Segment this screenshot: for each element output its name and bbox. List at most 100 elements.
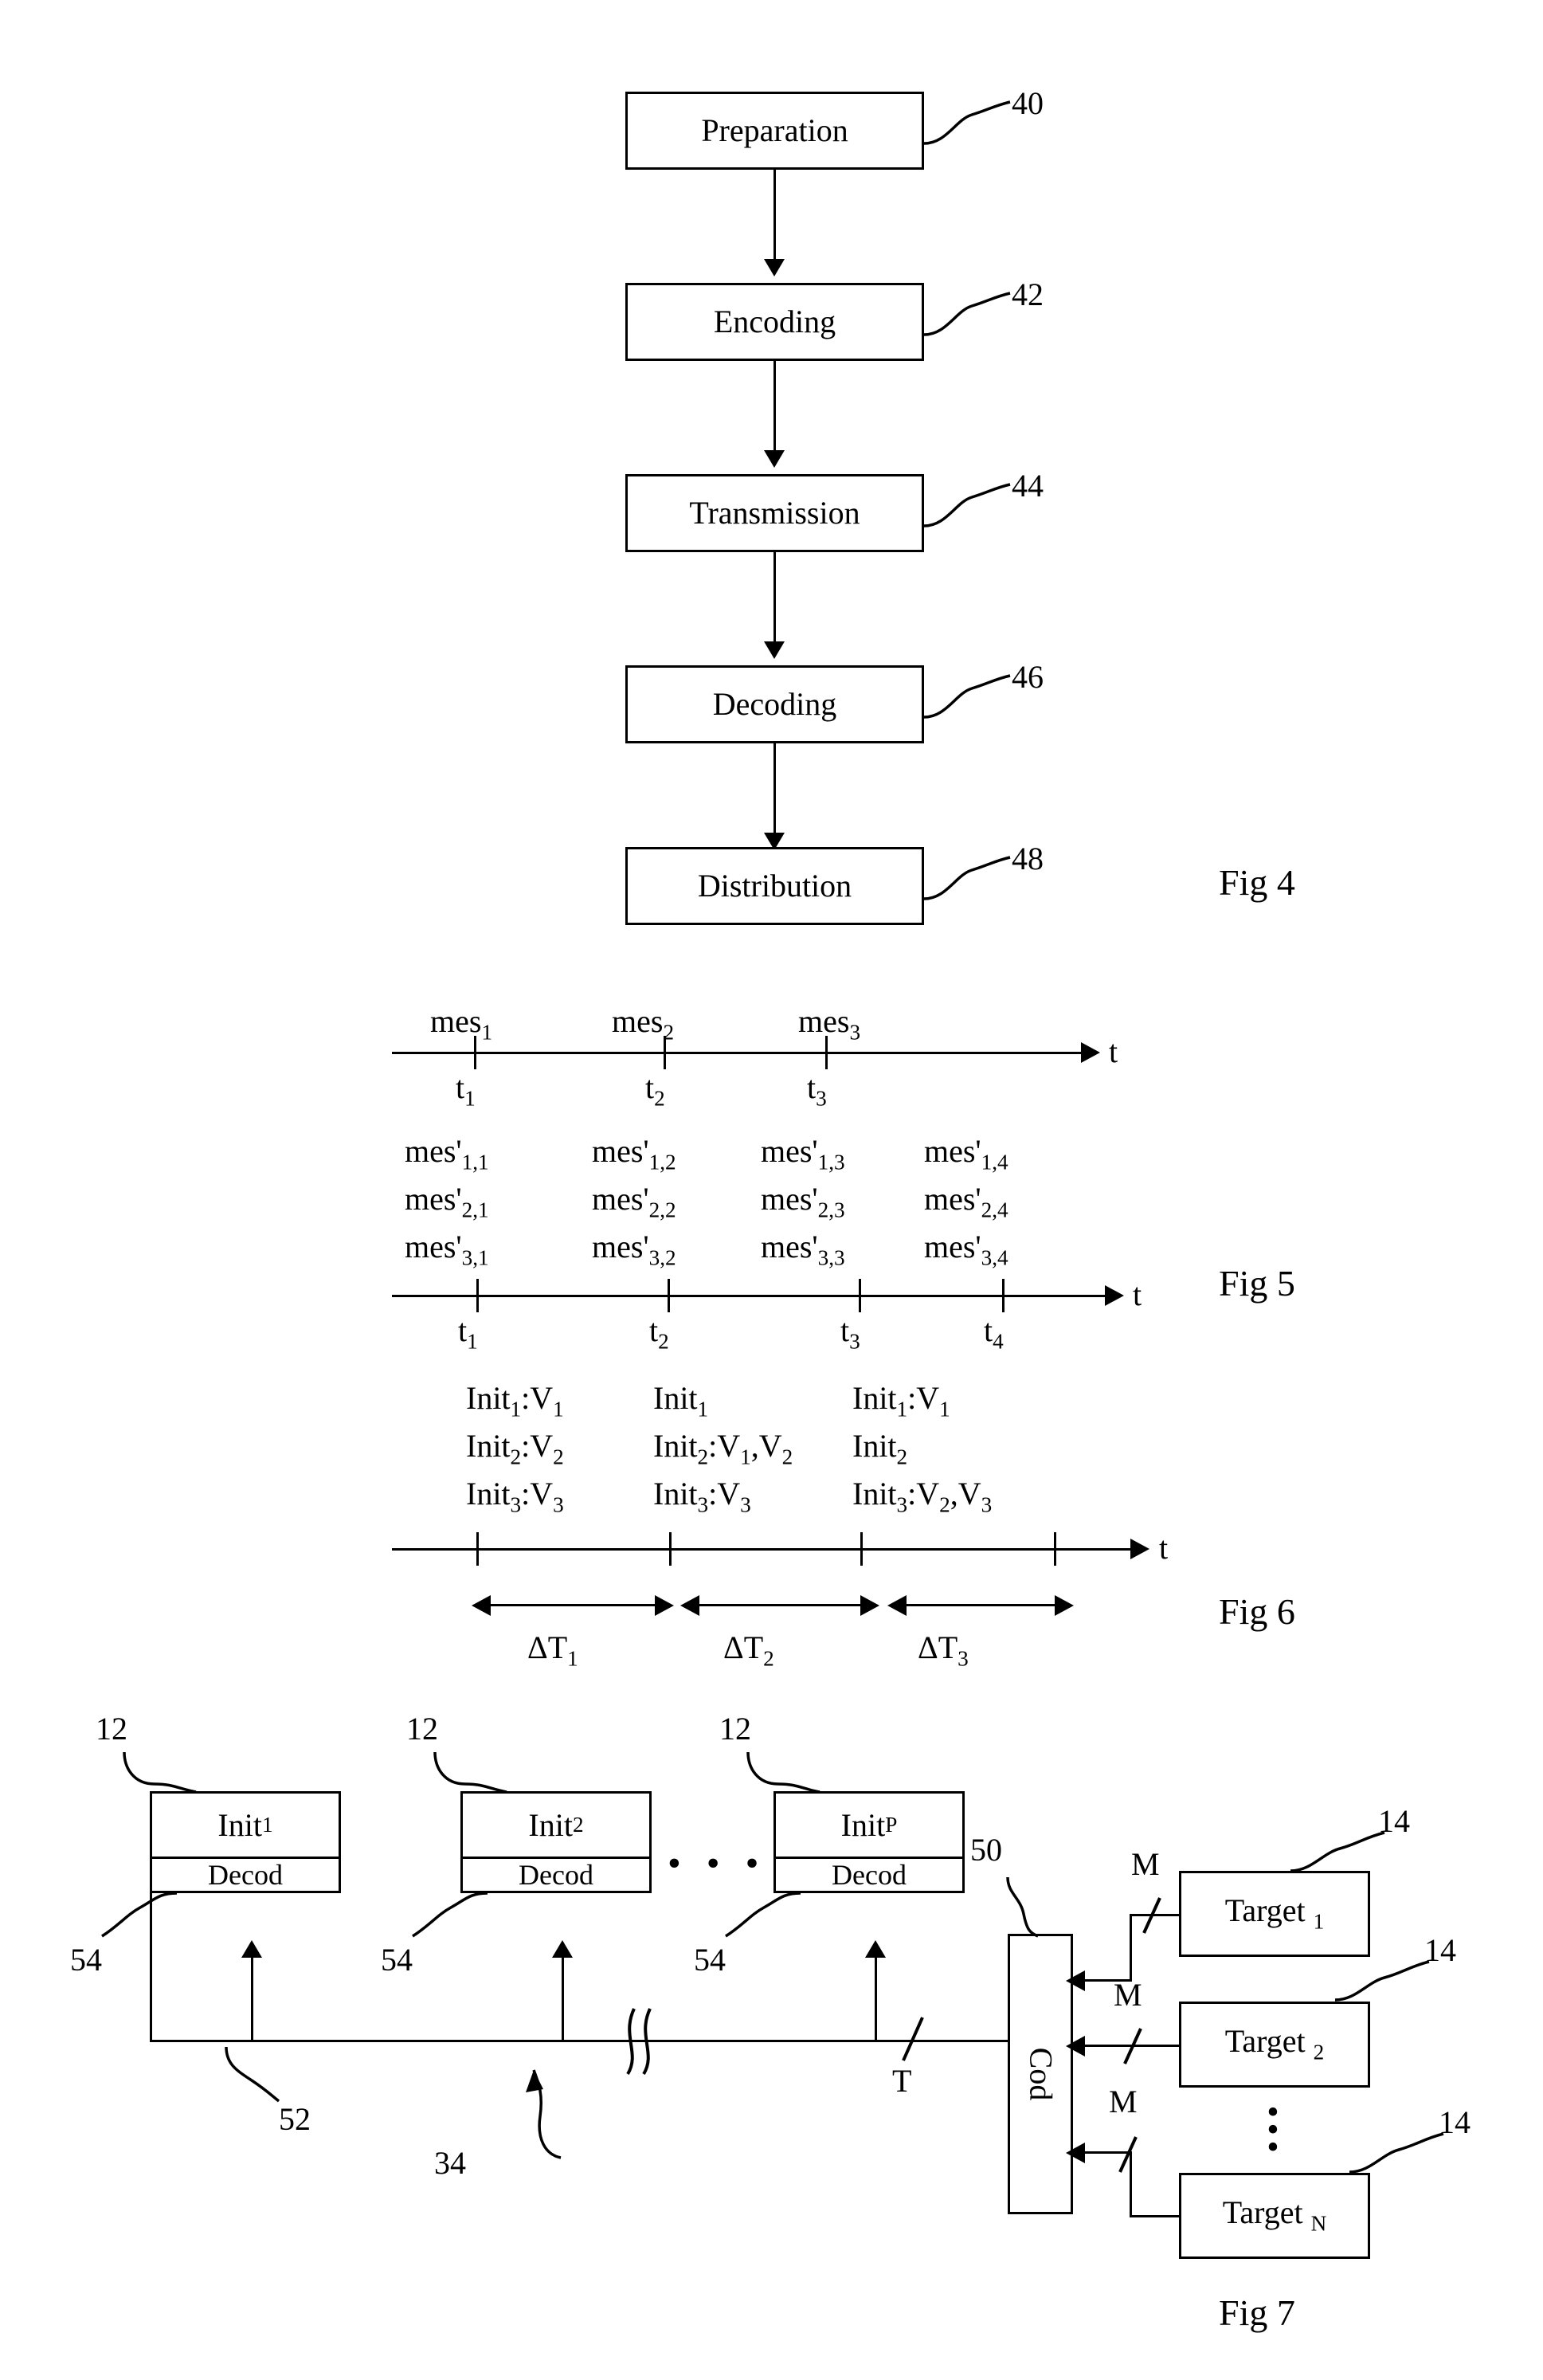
fig5-bottom-tick-4 [1002,1279,1005,1312]
fig5-bottom-axis-arrow [1105,1285,1124,1306]
leader-line-54-a [101,1892,178,1938]
fig5-bottom-tick-label-4: t4 [984,1312,1004,1354]
fig6-axis-label: t [1159,1530,1169,1566]
fig7-target-3-arrow [1066,2143,1085,2163]
fig7-target-3-link-h1 [1130,2215,1179,2217]
fig6-tick-1 [476,1532,479,1566]
fig6-tick-2 [669,1532,672,1566]
fig5-sub-message-1-2: mes'1,2 [592,1133,676,1174]
fig5-sub-message-2-2: mes'2,2 [592,1181,676,1222]
fig5-sub-message-2-1: mes'2,1 [405,1181,489,1222]
fig5-sub-message-1-1: mes'1,1 [405,1133,489,1174]
fig6-axis-arrow [1130,1539,1149,1559]
fig7-target-block-2-label: Target 2 [1224,2023,1325,2064]
ref-number-44: 44 [1012,468,1044,504]
fig7-signal-slash-t [902,2017,924,2061]
fig7-feed-arrow-1 [241,1940,262,1958]
fig7-feed-line-2 [562,1956,564,2042]
fig7-signal-label-m-1: M [1131,1846,1160,1882]
flow-arrow-2 [764,450,785,468]
fig6-interval-arrow-2-right [860,1595,879,1616]
fig5-message-label-3: mes3 [798,1003,861,1045]
fig7-target-1-arrow [1066,1970,1085,1991]
flow-box-distribution-label: Distribution [697,868,852,904]
flow-arrow-3 [764,641,785,659]
fig7-feed-line-3 [875,1956,877,2042]
fig7-coder-label: Cod [1023,2047,1059,2101]
fig6-interval-label-2: ΔT2 [723,1629,774,1671]
fig7-init-block-2-decoder: Decod [463,1857,649,1891]
fig7-target-vertical-ellipsis: • • • [1267,2092,1279,2166]
fig6-interval-line-1 [489,1604,658,1606]
fig6-interval-arrow-3-left [887,1595,907,1616]
fig5-top-axis [392,1052,1083,1054]
fig7-init-block-3-title: Init P [840,1806,898,1843]
fig7-signal-slash-m-2 [1123,2028,1142,2064]
ref-number-46: 46 [1012,659,1044,695]
flow-box-distribution: Distribution [625,847,924,925]
fig7-target-block-3: Target N [1179,2173,1370,2259]
leader-line-34 [526,2069,562,2159]
figure-label-4: Fig 4 [1219,862,1295,903]
fig5-bottom-tick-2 [668,1279,670,1312]
figure-label-5: Fig 5 [1219,1263,1295,1304]
fig6-entry-c3-r2: Init2 [852,1428,908,1469]
flow-box-encoding-label: Encoding [713,304,836,339]
fig6-entry-c3-r1: Init1:V1 [852,1380,950,1421]
flow-arrow-1 [764,259,785,276]
fig6-entry-c1-r2: Init2:V2 [466,1428,564,1469]
ref-number-42: 42 [1012,276,1044,312]
fig6-interval-arrow-1-left [472,1595,491,1616]
fig7-init-block-3-decoder: Decod [776,1857,962,1891]
fig5-message-label-1: mes1 [430,1003,493,1045]
fig7-signal-slash-m-3 [1118,2136,1138,2173]
fig7-init-block-1-title: Init 1 [217,1806,273,1843]
fig7-ref-12-c: 12 [719,1711,751,1747]
flow-box-decoding-label: Decoding [712,686,837,722]
fig6-tick-4 [1054,1532,1056,1566]
flow-box-preparation: Preparation [625,92,924,170]
fig6-interval-line-2 [698,1604,864,1606]
fig7-init-block-2-title: Init 2 [528,1806,584,1843]
fig6-tick-3 [860,1532,863,1566]
fig7-ref-34: 34 [434,2145,466,2181]
flow-box-decoding: Decoding [625,665,924,743]
flow-box-transmission-label: Transmission [689,495,860,531]
fig7-init-block-1: Init 1 Decod [150,1791,341,1893]
fig7-ref-12-b: 12 [406,1711,438,1747]
fig5-top-axis-arrow [1081,1042,1100,1063]
figure-label-6: Fig 6 [1219,1591,1295,1632]
fig7-ref-52: 52 [279,2101,311,2137]
ref-number-40: 40 [1012,85,1044,121]
flow-box-transmission: Transmission [625,474,924,552]
fig7-ref-54-a: 54 [70,1942,102,1978]
fig6-entry-c2-r3: Init3:V3 [653,1476,751,1517]
fig7-target-block-1-label: Target 1 [1224,1892,1325,1934]
leader-line-52 [225,2046,280,2103]
flow-box-preparation-label: Preparation [701,112,848,148]
fig5-top-tick-label-3: t3 [807,1069,827,1111]
fig7-ref-12-a: 12 [96,1711,127,1747]
fig5-bottom-tick-label-3: t3 [840,1312,860,1354]
fig7-feed-arrow-2 [552,1940,573,1958]
fig7-ref-14-a: 14 [1378,1803,1410,1839]
fig5-sub-message-3-3: mes'3,3 [761,1229,845,1270]
fig7-coder-box: Cod [1008,1934,1073,2214]
fig7-target-1-link-v [1130,1914,1132,1982]
fig5-sub-message-2-4: mes'2,4 [924,1181,1008,1222]
fig5-top-axis-label: t [1109,1033,1118,1069]
fig6-entry-c3-r3: Init3:V2,V3 [852,1476,993,1517]
fig5-bottom-axis-label: t [1133,1276,1142,1312]
fig6-interval-arrow-2-left [680,1595,699,1616]
fig5-bottom-tick-label-1: t1 [458,1312,478,1354]
fig7-signal-label-t: T [892,2063,912,2099]
fig6-interval-arrow-1-right [655,1595,674,1616]
fig7-bus-riser-left [150,1893,152,2042]
fig5-top-tick-label-2: t2 [645,1069,665,1111]
fig6-entry-c2-r1: Init1 [653,1380,709,1421]
fig6-entry-c1-r3: Init3:V3 [466,1476,564,1517]
fig5-sub-message-3-2: mes'3,2 [592,1229,676,1270]
fig7-feed-line-1 [251,1956,253,2042]
fig5-bottom-tick-1 [476,1279,479,1312]
fig7-init-block-1-decoder: Decod [152,1857,339,1891]
